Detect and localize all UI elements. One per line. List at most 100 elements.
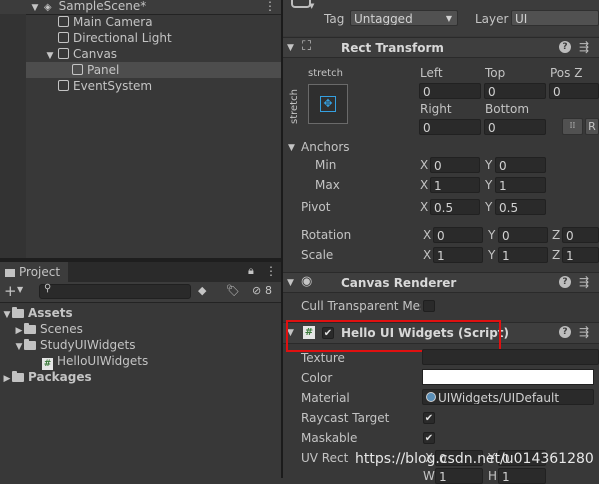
add-button[interactable]: + — [4, 283, 17, 299]
expand-arrow-icon[interactable]: ▼ — [287, 275, 294, 291]
settings-sliders-icon[interactable]: ⇶ — [579, 40, 591, 54]
anchor-stretch-icon: ✥ — [320, 96, 336, 112]
script-component-header[interactable]: ▼ # ✔ Hello UI Widgets (Script) ? ⇶ — [283, 322, 599, 344]
dropdown-arrow-icon[interactable]: ▼ — [17, 285, 23, 294]
project-item-label: Assets — [28, 306, 73, 320]
kebab-menu-icon[interactable]: ⋮ — [265, 264, 277, 278]
scale-x-input[interactable]: 1 — [433, 247, 483, 263]
scale-z-input[interactable]: 1 — [562, 247, 599, 263]
axis-x-label: X — [420, 178, 429, 192]
expand-arrow-icon[interactable]: ▼ — [288, 140, 295, 156]
pivot-y-input[interactable]: 0.5 — [495, 199, 546, 215]
anchor-min-y-input[interactable]: 0 — [495, 157, 546, 173]
hierarchy-item-panel[interactable]: Panel — [0, 62, 281, 78]
search-icon: ⚲ — [44, 283, 52, 294]
stretch-h-label: stretch — [308, 68, 343, 79]
left-input[interactable]: 0 — [419, 83, 481, 99]
rect-transform-title: Rect Transform — [341, 41, 444, 55]
posz-label: Pos Z — [550, 66, 583, 80]
project-item-assets[interactable]: ▼ Assets — [0, 305, 281, 321]
canvas-renderer-header[interactable]: ▼ ◉ Canvas Renderer ? ⇶ — [283, 272, 599, 293]
dropdown-arrow-icon[interactable]: ▼ — [309, 2, 314, 10]
layer-dropdown[interactable]: UI — [511, 10, 599, 26]
project-item-label: HelloUIWidgets — [57, 354, 149, 368]
csharp-script-icon: # — [303, 326, 315, 339]
collapse-arrow-icon[interactable]: ▶ — [2, 371, 12, 387]
hierarchy-item-eventsystem[interactable]: EventSystem — [0, 78, 281, 94]
gameobject-icon — [72, 64, 83, 75]
unity-logo-icon: ◈ — [43, 2, 52, 13]
material-field[interactable]: UIWidgets/UIDefault — [422, 389, 594, 405]
scale-z-value: 1 — [566, 249, 574, 263]
hierarchy-item-directional-light[interactable]: Directional Light — [0, 30, 281, 46]
rotation-z-input[interactable]: 0 — [562, 227, 599, 243]
anchor-presets-button[interactable]: ✥ — [308, 84, 348, 124]
hierarchy-item-label: EventSystem — [73, 79, 153, 93]
axis-z-label: Z — [552, 228, 561, 242]
lock-icon[interactable]: 🔒︎ — [248, 264, 254, 278]
posz-input[interactable]: 0 — [549, 83, 599, 99]
hidden-packages-icon[interactable]: ⊘ — [252, 284, 261, 297]
collapse-arrow-icon[interactable]: ▼ — [30, 2, 40, 14]
expand-arrow-icon[interactable]: ▼ — [287, 325, 294, 341]
component-enabled-checkbox[interactable]: ✔ — [322, 327, 334, 339]
right-value: 0 — [423, 121, 431, 135]
hierarchy-item-label: Directional Light — [73, 31, 172, 45]
uv-w-input[interactable]: 1 — [435, 468, 483, 484]
uv-h-input[interactable]: 1 — [498, 468, 546, 484]
texture-field[interactable] — [422, 349, 599, 365]
kebab-menu-icon[interactable]: ⋮ — [264, 0, 276, 12]
settings-sliders-icon[interactable]: ⇶ — [579, 325, 591, 339]
anchor-min-x-value: 0 — [434, 159, 442, 173]
settings-sliders-icon[interactable]: ⇶ — [579, 275, 591, 289]
project-item-studyuiwidgets[interactable]: ▼ StudyUIWidgets — [0, 337, 281, 353]
rect-transform-header[interactable]: ▼ ⛶ Rect Transform ? ⇶ — [283, 37, 599, 58]
expand-arrow-icon[interactable]: ▼ — [287, 40, 294, 56]
project-item-hellouiwidgets[interactable]: # HelloUIWidgets — [0, 353, 281, 370]
help-icon[interactable]: ? — [559, 326, 571, 338]
project-item-packages[interactable]: ▶ Packages — [0, 369, 281, 385]
hierarchy-scene-row[interactable]: ▼ ◈ SampleScene* ⋮ — [0, 0, 281, 15]
project-item-scenes[interactable]: ▶ Scenes — [0, 321, 281, 337]
filter-by-label-icon[interactable]: 🏷︎ — [226, 284, 240, 297]
bottom-value: 0 — [488, 121, 496, 135]
material-value: UIWidgets/UIDefault — [438, 391, 560, 405]
canvas-renderer-title: Canvas Renderer — [341, 276, 457, 290]
help-icon[interactable]: ? — [559, 41, 571, 53]
blueprint-mode-button[interactable]: ⁞⁞ — [562, 118, 583, 135]
cull-transparent-label: Cull Transparent Mes — [301, 299, 421, 313]
project-search-input[interactable]: ⚲ — [39, 283, 191, 299]
bottom-input[interactable]: 0 — [484, 119, 546, 135]
scale-y-input[interactable]: 1 — [498, 247, 548, 263]
hierarchy-item-label: Panel — [87, 63, 120, 77]
posz-value: 0 — [553, 85, 561, 99]
anchors-label: Anchors — [301, 140, 350, 154]
tab-project[interactable]: Project — [0, 262, 68, 282]
cull-transparent-checkbox[interactable] — [423, 300, 435, 312]
project-toolbar: + ▼ ⚲ ◆ 🏷︎ ⊘ 8 — [0, 282, 281, 303]
rotation-x-value: 0 — [437, 229, 445, 243]
anchor-min-x-input[interactable]: 0 — [430, 157, 480, 173]
raycast-target-checkbox[interactable]: ✔ — [423, 412, 435, 424]
raw-edit-button[interactable]: R — [585, 118, 599, 135]
color-swatch[interactable] — [422, 369, 594, 385]
project-item-label: Packages — [28, 370, 92, 384]
anchor-max-y-input[interactable]: 1 — [495, 177, 546, 193]
project-tab-bar: Project 🔒︎ ⋮ — [0, 262, 281, 282]
gameobject-icon — [58, 80, 69, 91]
top-input[interactable]: 0 — [484, 83, 546, 99]
rotation-x-input[interactable]: 0 — [433, 227, 483, 243]
right-input[interactable]: 0 — [419, 119, 481, 135]
rect-transform-icon: ⛶ — [302, 39, 312, 54]
pivot-x-input[interactable]: 0.5 — [430, 199, 480, 215]
axis-x-label: X — [423, 248, 432, 262]
maskable-checkbox[interactable]: ✔ — [423, 432, 435, 444]
tag-dropdown[interactable]: Untagged ▼ — [350, 10, 458, 26]
anchor-max-x-input[interactable]: 1 — [430, 177, 480, 193]
hierarchy-item-main-camera[interactable]: Main Camera — [0, 14, 281, 30]
hierarchy-item-canvas[interactable]: ▼ Canvas — [0, 46, 281, 62]
rotation-y-input[interactable]: 0 — [498, 227, 548, 243]
help-icon[interactable]: ? — [559, 276, 571, 288]
color-label: Color — [301, 371, 333, 385]
filter-by-type-icon[interactable]: ◆ — [198, 284, 206, 297]
